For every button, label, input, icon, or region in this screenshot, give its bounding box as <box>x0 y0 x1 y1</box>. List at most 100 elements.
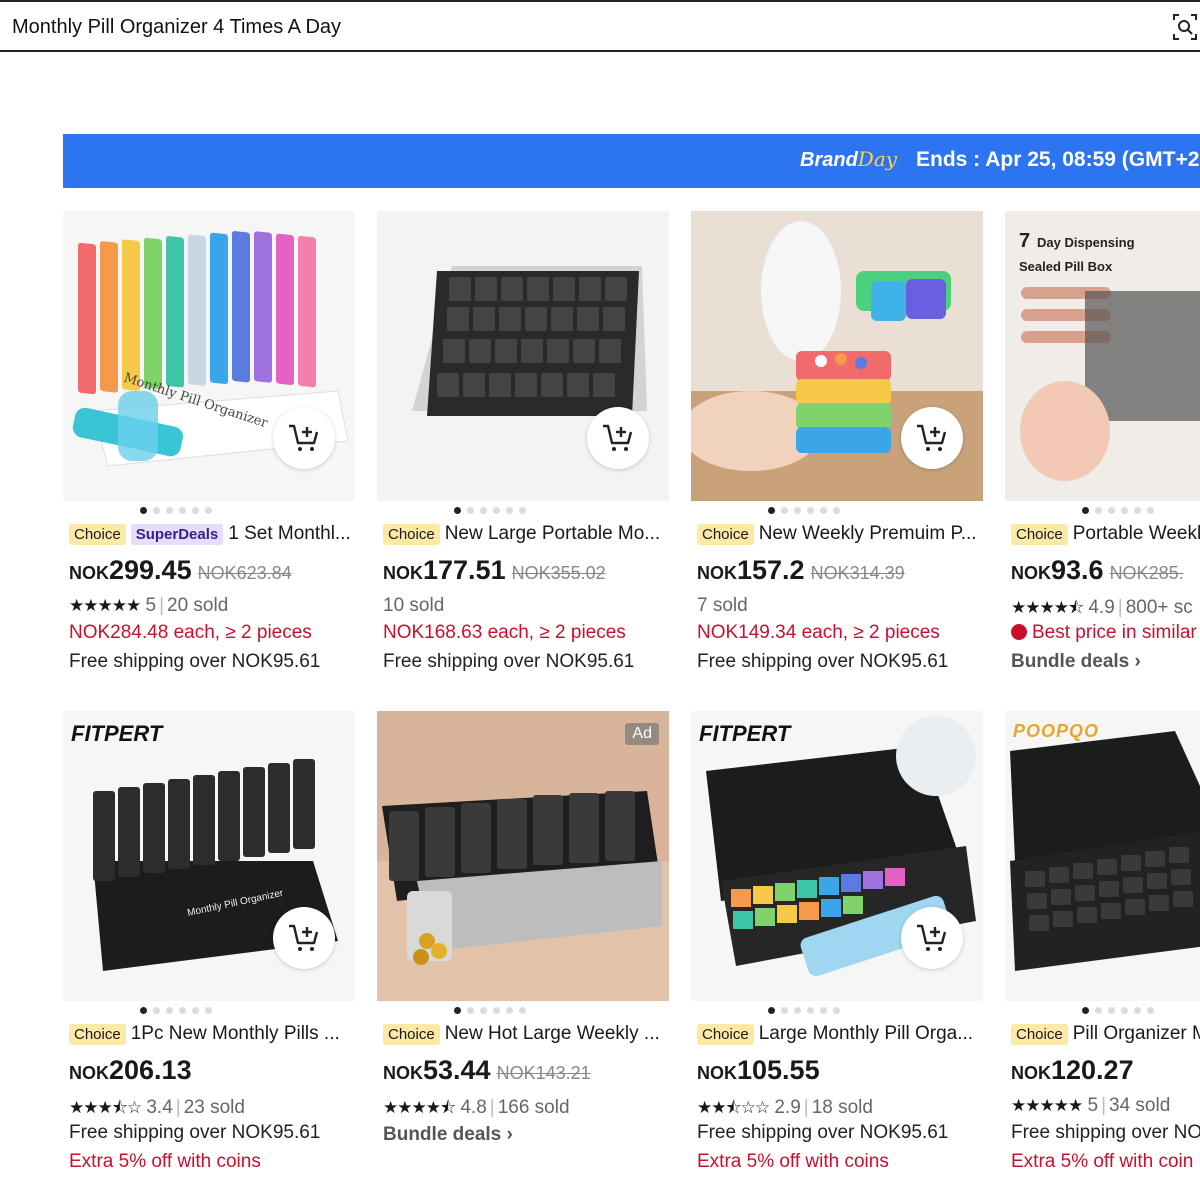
product-title[interactable]: Choice Large Monthly Pill Orga... <box>697 1023 983 1045</box>
star-rating-icon: ★★★★⯪ <box>1011 598 1084 617</box>
brand-logo: FITPERT <box>699 721 791 746</box>
camera-search-icon[interactable] <box>1172 13 1198 41</box>
image-carousel-dots[interactable] <box>691 507 983 514</box>
product-card[interactable]: Monthly Pill Organizer FITPERT Choice 1P… <box>63 711 355 1181</box>
shipping-text: Free shipping over NOK95.61 <box>697 1122 949 1143</box>
product-title[interactable]: Choice New Weekly Premuim P... <box>697 523 983 545</box>
rating-row: ★★★★⯪ 4.8 | 166 sold <box>383 1097 570 1118</box>
choice-badge: Choice <box>697 1023 754 1045</box>
add-to-cart-button[interactable] <box>273 407 335 469</box>
image-carousel-dots[interactable] <box>1005 1007 1200 1014</box>
shipping-text: Free shipping over NOK95.61 <box>69 651 321 672</box>
product-image[interactable]: Ad <box>377 711 669 1001</box>
image-carousel-dots[interactable] <box>1005 507 1200 514</box>
coins-discount-text: Extra 5% off with coins <box>69 1151 261 1172</box>
svg-text:7: 7 <box>1019 230 1030 252</box>
price-row: NOK 299.45 NOK623.84 <box>69 555 292 585</box>
search-query-text[interactable]: Monthly Pill Organizer 4 Times A Day <box>12 16 341 39</box>
svg-text:Sealed Pill Box: Sealed Pill Box <box>1019 259 1113 274</box>
product-card[interactable]: 7 Day Dispensing Sealed Pill Box Choice … <box>1005 211 1200 681</box>
sale-price: 53.44 <box>423 1055 491 1085</box>
add-to-cart-button[interactable] <box>273 907 335 969</box>
product-image[interactable]: 7 Day Dispensing Sealed Pill Box <box>1005 211 1200 501</box>
image-carousel-dots[interactable] <box>377 1007 669 1014</box>
bundle-deals-link[interactable]: Bundle deals › <box>1011 651 1141 673</box>
sale-price: 120.27 <box>1051 1055 1134 1085</box>
product-title[interactable]: Choice Portable Weekl <box>1011 523 1200 545</box>
product-card[interactable]: Ad Choice New Hot Large Weekly ... NOK 53… <box>377 711 669 1181</box>
bundle-deals-link[interactable]: Bundle deals › <box>383 1124 513 1146</box>
choice-badge: Choice <box>383 1023 440 1045</box>
product-title[interactable]: Choice New Large Portable Mo... <box>383 523 669 545</box>
add-to-cart-icon <box>917 424 947 451</box>
price-row: NOK 157.2 NOK314.39 <box>697 555 905 585</box>
product-title[interactable]: Choice New Hot Large Weekly ... <box>383 1023 669 1045</box>
price-row: NOK 93.6 NOK285. <box>1011 555 1184 585</box>
sale-ends-text: Ends : Apr 25, 08:59 (GMT+2 <box>916 148 1200 171</box>
shipping-text: Free shipping over NOK95.61 <box>697 651 949 672</box>
brand-logo: POOPQO <box>1013 721 1100 741</box>
add-to-cart-button[interactable] <box>587 407 649 469</box>
original-price: NOK143.21 <box>496 1063 591 1083</box>
image-carousel-dots[interactable] <box>63 507 355 514</box>
sale-price: 299.45 <box>109 555 192 585</box>
product-card[interactable]: Choice New Weekly Premuim P... NOK 157.2 … <box>691 211 983 681</box>
add-to-cart-button[interactable] <box>901 907 963 969</box>
sale-price: 105.55 <box>737 1055 820 1085</box>
choice-badge: Choice <box>1011 523 1068 545</box>
ad-badge: Ad <box>625 723 659 745</box>
choice-badge: Choice <box>383 523 440 545</box>
original-price: NOK355.02 <box>511 563 606 583</box>
bulk-price-text: NOK284.48 each, ≥ 2 pieces <box>69 622 312 643</box>
product-title[interactable]: Choice Pill Organizer M <box>1011 1023 1200 1045</box>
rating-row: ★★★★★ 5 | 34 sold <box>1011 1095 1171 1116</box>
rating-row: ★★★★⯪ 4.9 | 800+ sc <box>1011 597 1193 618</box>
best-price-text: Best price in similar <box>1011 622 1197 644</box>
product-image[interactable] <box>691 211 983 501</box>
product-image[interactable]: POOPQO <box>1005 711 1200 1001</box>
bulk-price-text: NOK149.34 each, ≥ 2 pieces <box>697 622 940 643</box>
product-image[interactable]: Monthly Pill Organizer <box>63 211 355 501</box>
search-bar[interactable]: Monthly Pill Organizer 4 Times A Day <box>0 0 1200 52</box>
rating-row: ★★★⯪☆ 3.4 | 23 sold <box>69 1097 245 1118</box>
shipping-text: Free shipping over NO <box>1011 1122 1200 1143</box>
original-price: NOK623.84 <box>197 563 292 583</box>
price-row: NOK 105.55 <box>697 1055 820 1085</box>
shipping-text: Free shipping over NOK95.61 <box>383 651 635 672</box>
product-title[interactable]: Choice SuperDeals 1 Set Monthl... <box>69 523 355 545</box>
sale-price: 177.51 <box>423 555 506 585</box>
product-card[interactable]: FITPERT Choice Large Monthly Pill Orga..… <box>691 711 983 1181</box>
rating-row: ★★⯪☆☆ 2.9 | 18 sold <box>697 1097 873 1118</box>
shipping-text: Free shipping over NOK95.61 <box>69 1122 321 1143</box>
coins-discount-text: Extra 5% off with coins <box>697 1151 889 1172</box>
product-card[interactable]: Monthly Pill Organizer Choice SuperDeals… <box>63 211 355 681</box>
sale-price: 206.13 <box>109 1055 192 1085</box>
choice-badge: Choice <box>1011 1023 1068 1045</box>
product-card[interactable]: POOPQO Choice Pill Organizer M NOK 120.27… <box>1005 711 1200 1181</box>
sale-price: 93.6 <box>1051 555 1104 585</box>
choice-badge: Choice <box>69 1023 126 1045</box>
image-carousel-dots[interactable] <box>63 1007 355 1014</box>
svg-text:Day Dispensing: Day Dispensing <box>1037 235 1135 250</box>
star-rating-icon: ★★★★⯪ <box>383 1098 456 1117</box>
add-to-cart-icon <box>603 424 633 451</box>
image-carousel-dots[interactable] <box>377 507 669 514</box>
product-title[interactable]: Choice 1Pc New Monthly Pills ... <box>69 1023 355 1045</box>
bulk-price-text: NOK168.63 each, ≥ 2 pieces <box>383 622 626 643</box>
product-image[interactable] <box>377 211 669 501</box>
product-image[interactable]: Monthly Pill Organizer FITPERT <box>63 711 355 1001</box>
star-rating-icon: ★★★★★ <box>69 596 141 615</box>
image-carousel-dots[interactable] <box>691 1007 983 1014</box>
sale-price: 157.2 <box>737 555 805 585</box>
choice-badge: Choice <box>69 523 126 545</box>
add-to-cart-icon <box>289 424 319 451</box>
star-rating-icon: ★★★★★ <box>1011 1096 1083 1115</box>
best-price-icon <box>1011 624 1027 640</box>
brand-day-logo: BrandDay <box>800 147 898 171</box>
brand-day-banner[interactable]: BrandDay Ends : Apr 25, 08:59 (GMT+2 <box>63 134 1200 188</box>
coins-discount-text: Extra 5% off with coin <box>1011 1151 1194 1172</box>
product-image[interactable]: FITPERT <box>691 711 983 1001</box>
add-to-cart-button[interactable] <box>901 407 963 469</box>
price-row: NOK 206.13 <box>69 1055 192 1085</box>
product-card[interactable]: Choice New Large Portable Mo... NOK 177.5… <box>377 211 669 681</box>
